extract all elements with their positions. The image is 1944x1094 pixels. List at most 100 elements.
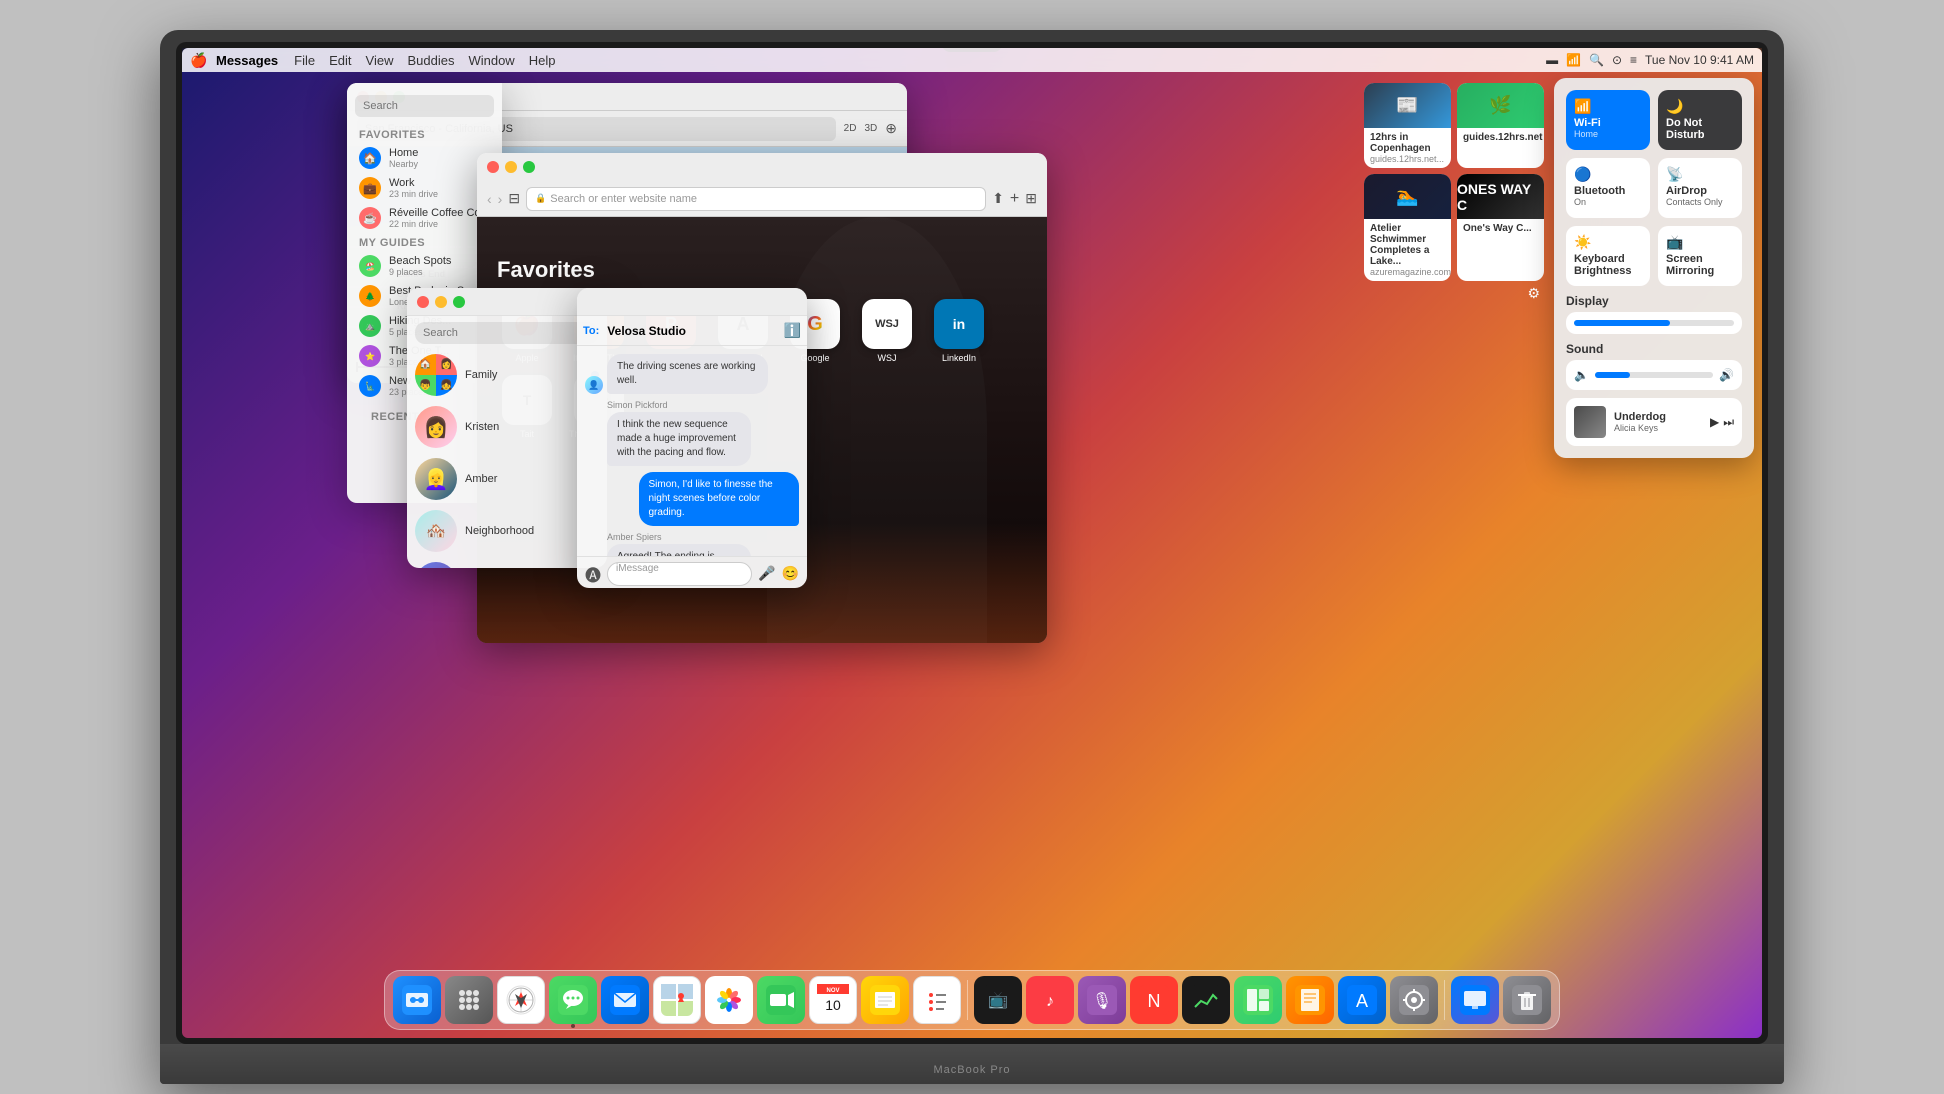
next-btn[interactable]: ⏭ [1723,415,1734,430]
chat-messages-list: 👤 The driving scenes are working well. S… [577,346,807,556]
safari-favorites-title: Favorites [497,257,1027,283]
cc-dnd-tile[interactable]: 🌙 Do Not Disturb [1658,90,1742,150]
safari-address-bar[interactable]: 🔒 Search or enter website name [526,187,986,211]
dock-stocks[interactable] [1182,976,1230,1024]
safari-close-btn[interactable] [487,161,499,173]
dock-safari[interactable] [497,976,545,1024]
dock-mail[interactable] [601,976,649,1024]
control-center: 📶 Wi-Fi Home 🌙 Do Not Disturb [1554,78,1754,458]
maps-search-input[interactable] [355,95,494,117]
safari-min-btn[interactable] [505,161,517,173]
reveille-item-detail: 22 min drive [389,219,490,229]
cc-row-3: ☀️ Keyboard Brightness 📺 Screen Mirrorin… [1566,226,1742,286]
maps-2d-btn[interactable]: 2D [844,123,857,134]
messages-search-input[interactable] [415,322,599,344]
dock-numbers[interactable] [1234,976,1282,1024]
album-art [1574,406,1606,438]
contact-neighborhood[interactable]: 🏘️ Neighborhood [415,510,599,552]
dock-facetime[interactable] [757,976,805,1024]
menubar-view[interactable]: View [366,53,394,68]
dock-sysprefs[interactable] [1390,976,1438,1024]
menubar-file[interactable]: File [294,53,315,68]
cc-keyboard-tile[interactable]: ☀️ Keyboard Brightness [1566,226,1650,286]
display-slider-fill [1574,320,1670,326]
dock-separator [967,980,968,1020]
safari-max-btn[interactable] [523,161,535,173]
beach-icon: 🏖️ [359,255,381,277]
notif-card-12hrs[interactable]: 📰 12hrs in Copenhagen guides.12hrs.net..… [1364,83,1451,168]
dock-screensaver[interactable] [1451,976,1499,1024]
fav-wsj[interactable]: WSJ WSJ [857,299,917,363]
safari-share-btn[interactable]: ⬆ [992,190,1004,207]
cc-mirroring-tile[interactable]: 📺 Screen Mirroring [1658,226,1742,286]
chat-info-icon[interactable]: ℹ️ [784,322,801,339]
menubar-buddies[interactable]: Buddies [407,53,454,68]
cc-wifi-tile[interactable]: 📶 Wi-Fi Home [1566,90,1650,150]
maps-icon-svg [661,984,693,1016]
menubar-help[interactable]: Help [529,53,556,68]
keyboard-title: Keyboard Brightness [1574,253,1642,277]
facetime-icon-svg [766,985,796,1015]
safari-forward-btn[interactable]: › [498,191,503,207]
messages-max-btn[interactable] [453,296,465,308]
contact-kristen[interactable]: 👩 Kristen [415,406,599,448]
dock-appletv[interactable]: 📺 [974,976,1022,1024]
card-12hrs-title: 12hrs in Copenhagen [1370,132,1445,154]
card-visual-body: guides.12hrs.net [1457,128,1544,147]
menubar-edit[interactable]: Edit [329,53,351,68]
notif-card-ones[interactable]: ONES WAY C One's Way C... [1457,174,1544,281]
dock-finder[interactable] [393,976,441,1024]
notif-card-atelier[interactable]: 🏊 Atelier Schwimmer Completes a Lake... … [1364,174,1451,281]
dock-reminders[interactable] [913,976,961,1024]
dock-messages[interactable] [549,976,597,1024]
messages-close-btn[interactable] [417,296,429,308]
dock-maps[interactable] [653,976,701,1024]
maps-expand-btn[interactable]: ⊕ [885,120,897,137]
dock-podcasts[interactable]: 🎙 [1078,976,1126,1024]
safari-new-tab-btn[interactable]: + [1010,190,1019,208]
bluetooth-subtitle: On [1574,197,1642,207]
card-ones-img: ONES WAY C [1457,174,1544,219]
chat-input-field[interactable]: iMessage [607,562,752,586]
chat-audio-icon[interactable]: 🎤 [758,565,775,582]
dock-music[interactable]: ♪ [1026,976,1074,1024]
display-slider[interactable] [1574,320,1734,326]
dock-photos[interactable] [705,976,753,1024]
dock-launchpad[interactable] [445,976,493,1024]
notif-filter-btn[interactable]: ⚙ [1364,281,1544,307]
dock-pages[interactable] [1286,976,1334,1024]
safari-tab-group-btn[interactable]: ⊞ [1025,190,1037,207]
contact-family[interactable]: 🏠 👩 👦 👧 Family [415,354,599,396]
menubar-window[interactable]: Window [468,53,514,68]
messages-min-btn[interactable] [435,296,447,308]
maps-3d-btn[interactable]: 3D [864,123,877,134]
notif-card-visual[interactable]: 🌿 guides.12hrs.net [1457,83,1544,168]
safari-tab-overview-btn[interactable]: ⊟ [508,190,520,207]
sound-slider[interactable] [1595,372,1713,378]
cc-bluetooth-tile[interactable]: 🔵 Bluetooth On [1566,158,1650,218]
dock-calendar[interactable]: NOV 10 [809,976,857,1024]
menubar-wifi-icon[interactable]: 📶 [1566,53,1581,67]
menubar-control-center-icon[interactable]: ≡ [1630,53,1637,67]
cc-airdrop-tile[interactable]: 📡 AirDrop Contacts Only [1658,158,1742,218]
menubar-siri-icon[interactable]: ⊙ [1612,53,1622,67]
contact-kevin[interactable]: 👨 Kevin [415,562,599,568]
menubar-search-icon[interactable]: 🔍 [1589,53,1604,67]
chat-apps-icon[interactable]: 🅐 [585,562,601,586]
cc-row-1: 📶 Wi-Fi Home 🌙 Do Not Disturb [1566,90,1742,150]
dock-notes[interactable] [861,976,909,1024]
apple-menu[interactable]: 🍎 [190,51,208,69]
dock-news[interactable]: N [1130,976,1178,1024]
safari-back-btn[interactable]: ‹ [487,191,492,207]
fav-linkedin[interactable]: in LinkedIn [929,299,989,363]
contact-amber[interactable]: 👱‍♀️ Amber [415,458,599,500]
wifi-title: Wi-Fi [1574,117,1642,129]
chat-emoji-icon[interactable]: 😊 [782,565,799,582]
msg-group-4: Amber Spiers Agreed! The ending is perfe… [607,532,799,556]
favorites-section-title: Favorites [347,125,502,143]
svg-text:♪: ♪ [1046,993,1054,1010]
play-btn[interactable]: ▶ [1710,415,1719,430]
msg-2-sender: Simon Pickford [607,400,799,410]
dock-trash[interactable] [1503,976,1551,1024]
dock-appstore[interactable]: A [1338,976,1386,1024]
